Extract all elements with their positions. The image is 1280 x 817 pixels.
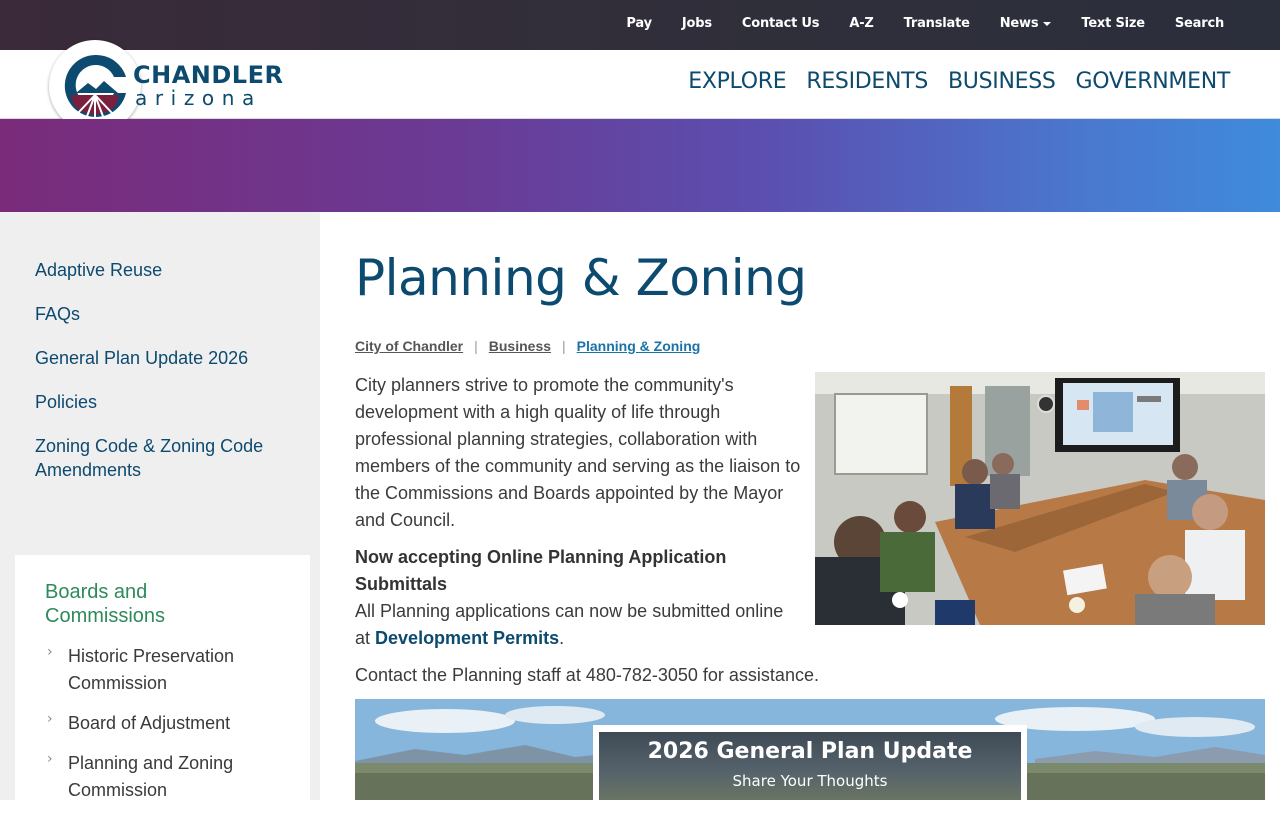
chevron-down-icon — [1043, 21, 1052, 26]
development-permits-link[interactable]: Development Permits — [375, 628, 559, 648]
general-plan-banner[interactable]: 2026 General Plan Update Share Your Thou… — [355, 699, 1265, 800]
boards-list: › Historic Preservation Commission › Board… — [45, 643, 275, 817]
utility-link-contact[interactable]: Contact Us — [742, 16, 820, 31]
news-label: News — [999, 16, 1039, 31]
utility-link-news[interactable]: News — [1000, 16, 1052, 31]
sidebar-item: FAQs — [35, 302, 265, 326]
banner-frame: 2026 General Plan Update Share Your Thou… — [593, 725, 1027, 800]
banner-title: 2026 General Plan Update — [647, 739, 973, 764]
list-item: › Board of Adjustment — [45, 710, 275, 737]
nav-residents[interactable]: RESIDENTS — [806, 69, 928, 94]
sidebar-item-policies[interactable]: Policies — [35, 390, 265, 414]
notice-heading: Now accepting Online Planning Applicatio… — [355, 547, 727, 594]
boards-panel: Boards and Commissions › Historic Preserv… — [15, 555, 310, 815]
utility-link-text-size[interactable]: Text Size — [1081, 16, 1145, 31]
breadcrumb: City of Chandler | Business | Planning &… — [355, 338, 700, 354]
sidebar-item: Zoning Code & Zoning Code Amendments — [35, 434, 265, 482]
meeting-photo-image — [815, 372, 1265, 625]
breadcrumb-business[interactable]: Business — [489, 338, 551, 354]
boards-title[interactable]: Boards and Commissions — [45, 580, 245, 628]
breadcrumb-separator: | — [562, 338, 566, 354]
breadcrumb-current[interactable]: Planning & Zoning — [577, 338, 701, 354]
banner-subtitle: Share Your Thoughts — [732, 772, 888, 790]
chandler-logo-icon — [62, 53, 128, 120]
chevron-right-icon: › — [47, 751, 53, 767]
banner-panel: 2026 General Plan Update Share Your Thou… — [599, 732, 1021, 800]
sidebar-item: Adaptive Reuse — [35, 258, 265, 282]
list-item: › Historic Preservation Commission — [45, 643, 275, 697]
hero-banner — [0, 119, 1280, 212]
breadcrumb-home[interactable]: City of Chandler — [355, 338, 463, 354]
sidebar-item-adaptive-reuse[interactable]: Adaptive Reuse — [35, 258, 265, 282]
board-link-planning-zoning[interactable]: Planning and Zoning Commission — [68, 750, 275, 804]
sidebar-nav: Adaptive Reuse FAQs General Plan Update … — [35, 258, 265, 502]
logo-wordmark: CHANDLER — [133, 61, 284, 89]
main-nav: EXPLORE RESIDENTS BUSINESS GOVERNMENT — [688, 69, 1230, 94]
logo-subtitle: arizona — [135, 86, 262, 110]
chevron-right-icon: › — [47, 644, 53, 660]
nav-explore[interactable]: EXPLORE — [688, 69, 786, 94]
board-link-historic[interactable]: Historic Preservation Commission — [68, 643, 275, 697]
utility-bar: Pay Jobs Contact Us A-Z Translate News T… — [0, 0, 1280, 50]
utility-link-pay[interactable]: Pay — [626, 16, 652, 31]
utility-link-search[interactable]: Search — [1175, 16, 1224, 31]
board-link-adjustment[interactable]: Board of Adjustment — [68, 710, 275, 737]
logo-text[interactable]: CHANDLER arizona — [133, 62, 283, 108]
notice-end: . — [559, 628, 565, 648]
intro-paragraph: City planners strive to promote the comm… — [355, 375, 801, 530]
utility-nav: Pay Jobs Contact Us A-Z Translate News T… — [626, 16, 1224, 31]
sidebar-item: Policies — [35, 390, 265, 414]
list-item: › Planning and Zoning Commission — [45, 750, 275, 804]
breadcrumb-separator: | — [474, 338, 478, 354]
nav-business[interactable]: BUSINESS — [948, 69, 1056, 94]
utility-link-translate[interactable]: Translate — [904, 16, 970, 31]
utility-link-jobs[interactable]: Jobs — [682, 16, 712, 31]
sidebar-item-zoning-code[interactable]: Zoning Code & Zoning Code Amendments — [35, 434, 265, 482]
chevron-right-icon: › — [47, 711, 53, 727]
sidebar-item-faqs[interactable]: FAQs — [35, 302, 265, 326]
utility-link-a-z[interactable]: A-Z — [849, 16, 873, 31]
contact-text: Contact the Planning staff at 480-782-30… — [355, 665, 819, 685]
page-title: Planning & Zoning — [355, 249, 807, 307]
notice-paragraph: All Planning applications can now be sub… — [355, 598, 795, 652]
sidebar-item: General Plan Update 2026 — [35, 346, 265, 370]
sidebar-item-general-plan[interactable]: General Plan Update 2026 — [35, 346, 265, 370]
meeting-photo — [815, 372, 1265, 625]
nav-government[interactable]: GOVERNMENT — [1076, 69, 1231, 94]
